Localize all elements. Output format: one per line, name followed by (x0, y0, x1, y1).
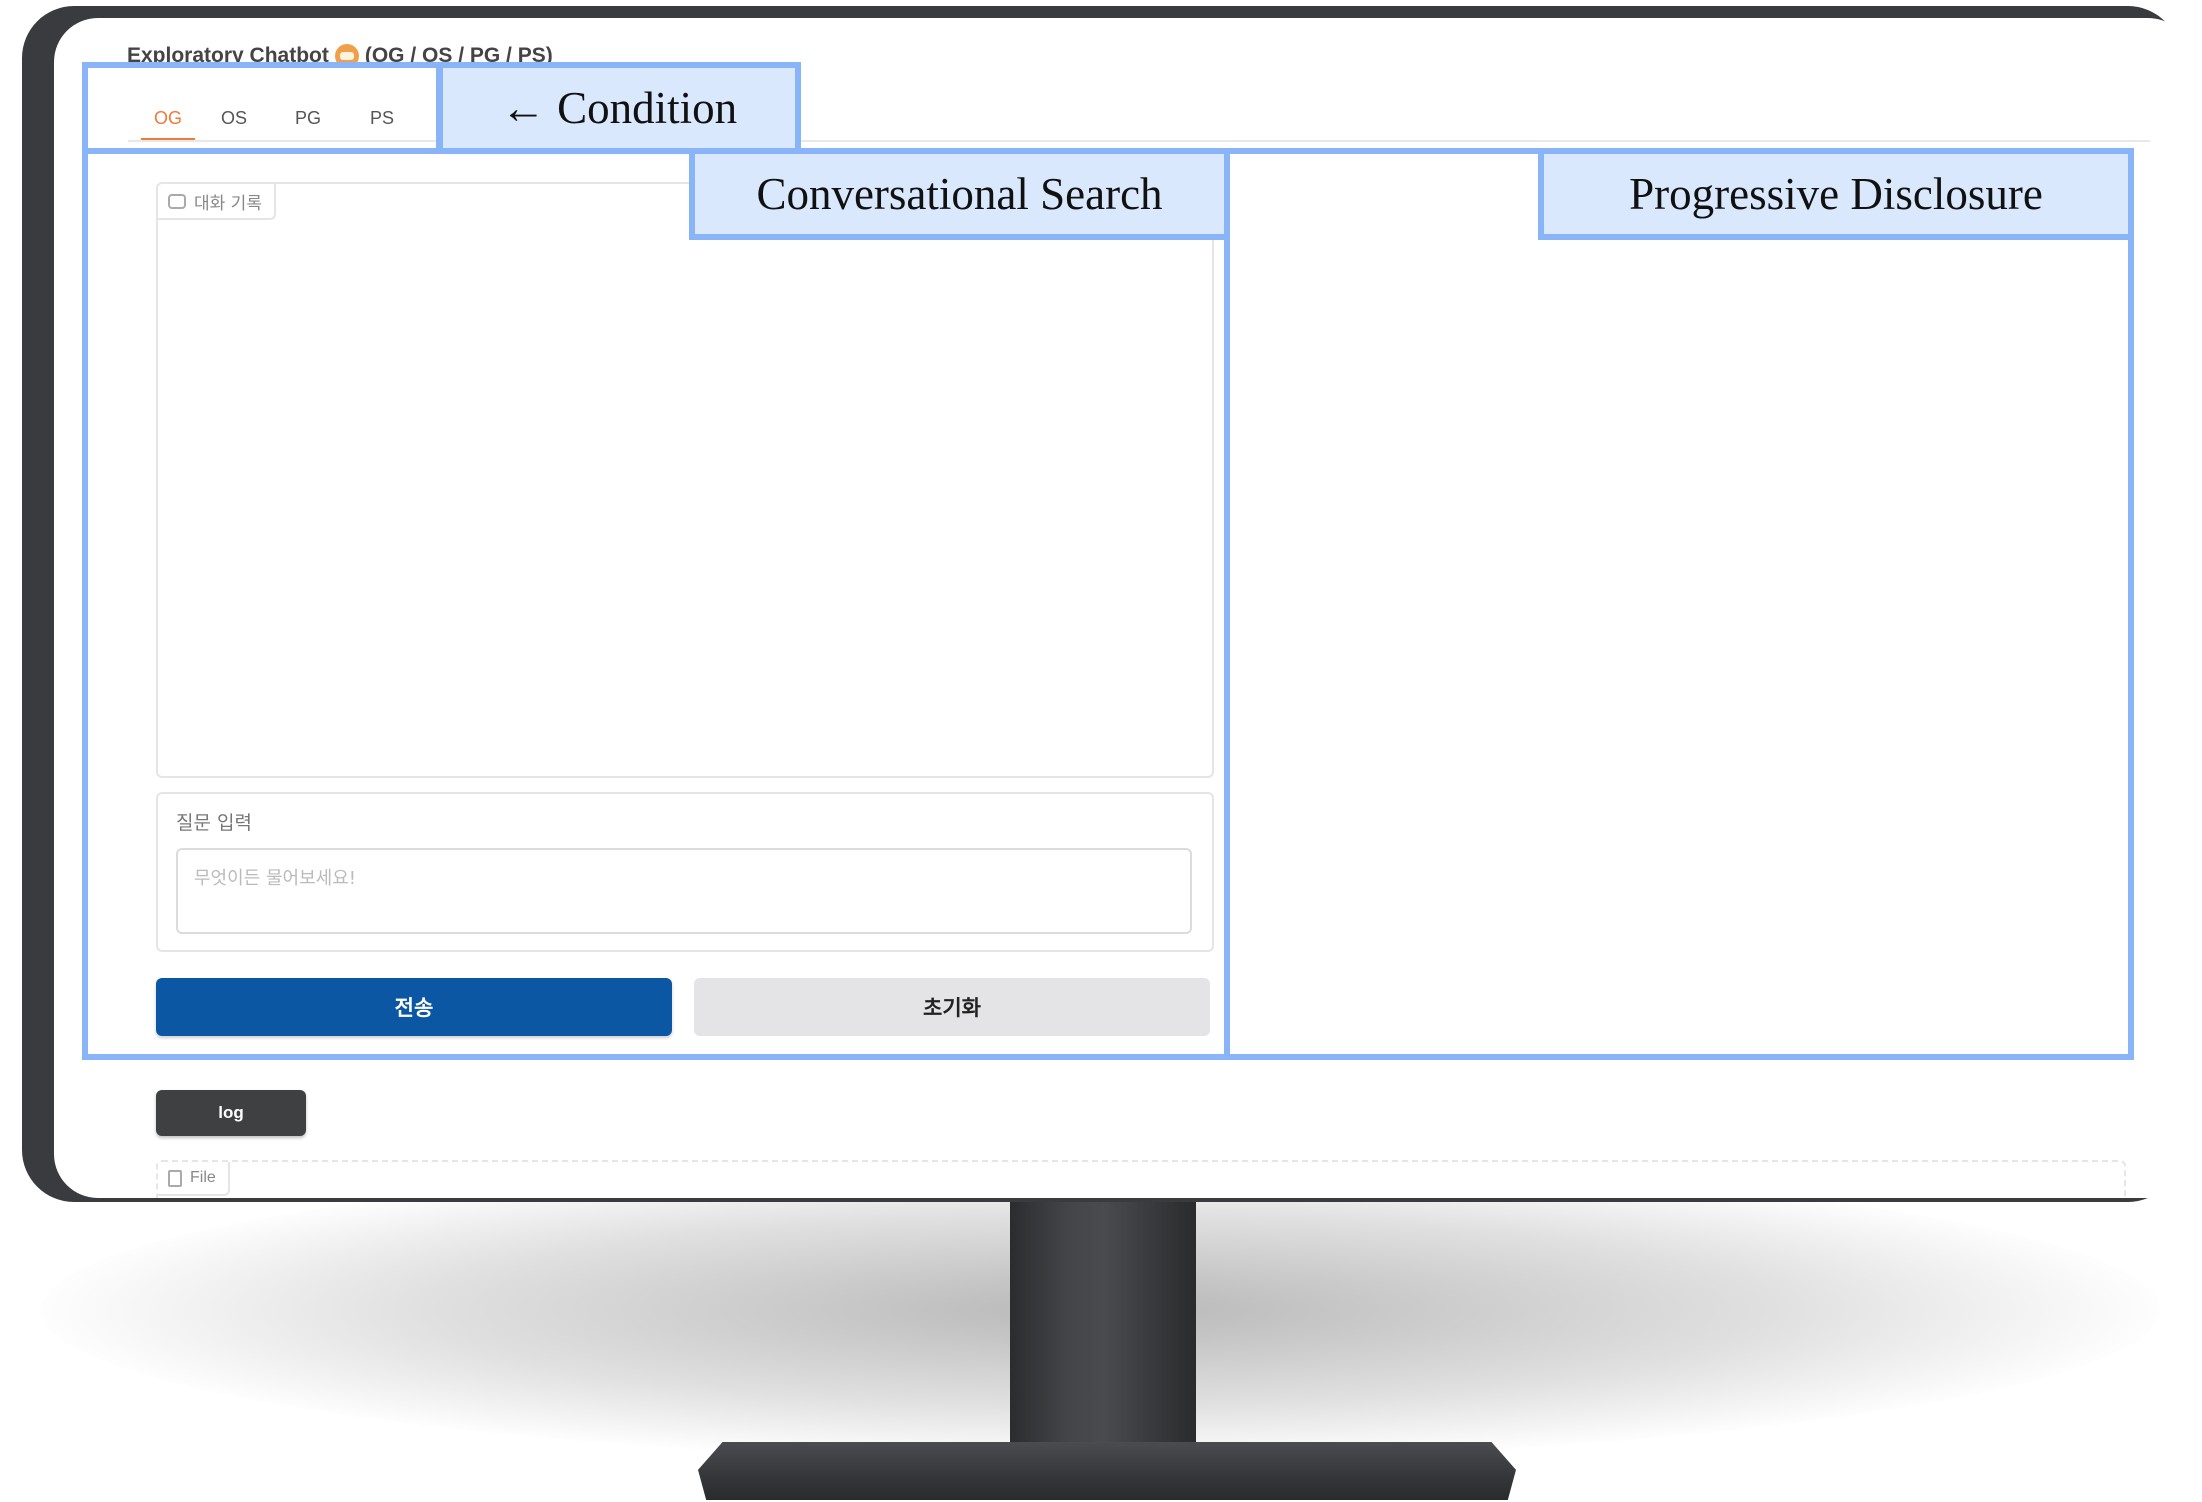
monitor-stand-neck (1010, 1190, 1196, 1480)
question-block: 질문 입력 (156, 792, 1214, 952)
tab-pg[interactable]: PG (287, 98, 329, 138)
question-label: 질문 입력 (176, 812, 252, 834)
chat-history-panel[interactable]: 대화 기록 (156, 182, 1214, 778)
tab-os[interactable]: OS (213, 98, 255, 138)
app-title-text: Exploratory Chatbot (127, 44, 329, 68)
file-label-text: File (190, 1169, 216, 1186)
file-upload-area[interactable]: File (156, 1160, 2126, 1198)
progressive-disclosure-label: Progressive Disclosure (1538, 148, 2134, 240)
tab-og[interactable]: OG (141, 98, 195, 141)
condition-annotation-label: ← Condition (437, 62, 801, 154)
send-button[interactable]: 전송 (156, 978, 672, 1036)
robot-icon (334, 44, 359, 69)
chat-history-label: 대화 기록 (158, 184, 276, 220)
reset-button[interactable]: 초기화 (694, 978, 1210, 1036)
file-label: File (158, 1162, 230, 1196)
conversational-search-label: Conversational Search (689, 148, 1230, 240)
question-input[interactable] (176, 848, 1192, 934)
tab-divider (128, 140, 2150, 142)
tab-ps[interactable]: PS (361, 98, 403, 138)
log-button[interactable]: log (156, 1090, 306, 1136)
monitor-stand-base (698, 1442, 1516, 1500)
file-icon (168, 1169, 182, 1187)
chat-bubble-icon (168, 193, 186, 209)
chat-history-label-text: 대화 기록 (194, 193, 262, 214)
